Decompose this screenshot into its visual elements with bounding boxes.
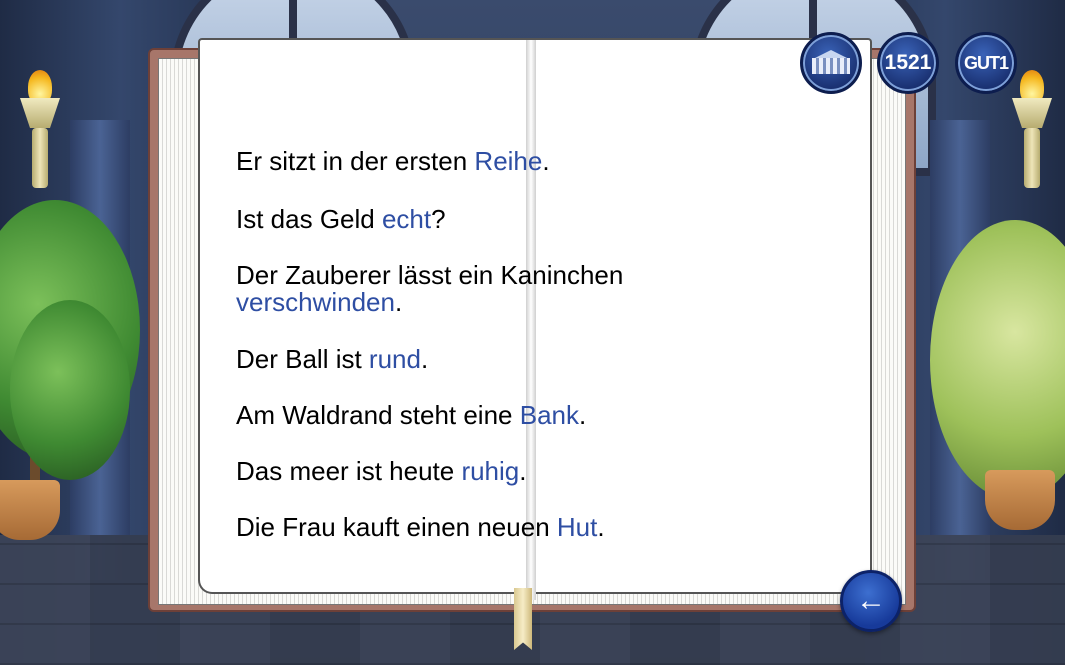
sentence: Der Zauberer lässt ein Kaninchen verschw…	[236, 260, 624, 317]
sentence: Ist das Geld echt?	[236, 204, 446, 234]
sentence: Das meer ist heute ruhig.	[236, 456, 527, 486]
level-label: GUT1	[963, 52, 1009, 73]
bookmark-ribbon	[514, 588, 532, 650]
score-value: 1521	[884, 51, 932, 74]
building-icon	[812, 50, 850, 76]
left-plant-pot	[0, 480, 60, 540]
vocab-word[interactable]: Reihe	[474, 146, 542, 176]
left-plant-lower	[10, 300, 130, 480]
book-page-right	[530, 38, 872, 594]
vocab-word[interactable]: ruhig	[461, 456, 519, 486]
home-button[interactable]	[800, 32, 862, 94]
right-torch-icon	[1010, 70, 1054, 190]
arrow-left-icon: ←	[856, 584, 886, 617]
vocab-word[interactable]: Bank	[520, 400, 579, 430]
vocab-word[interactable]: verschwinden	[236, 287, 395, 317]
vocab-word[interactable]: rund	[369, 344, 421, 374]
back-button[interactable]: ←	[840, 570, 902, 632]
right-plant-pot	[985, 470, 1055, 530]
left-torch-icon	[18, 70, 62, 190]
vocab-word[interactable]: Hut	[557, 512, 597, 542]
sentence: Die Frau kauft einen neuen Hut.	[236, 512, 605, 542]
sentence: Am Waldrand steht eine Bank.	[236, 400, 587, 430]
sentence: Er sitzt in der ersten Reihe.	[236, 146, 550, 176]
score-badge: 1521	[877, 32, 939, 94]
sentence: Der Ball ist rund.	[236, 344, 429, 374]
vocab-word[interactable]: echt	[382, 204, 431, 234]
level-badge[interactable]: GUT1	[955, 32, 1017, 94]
